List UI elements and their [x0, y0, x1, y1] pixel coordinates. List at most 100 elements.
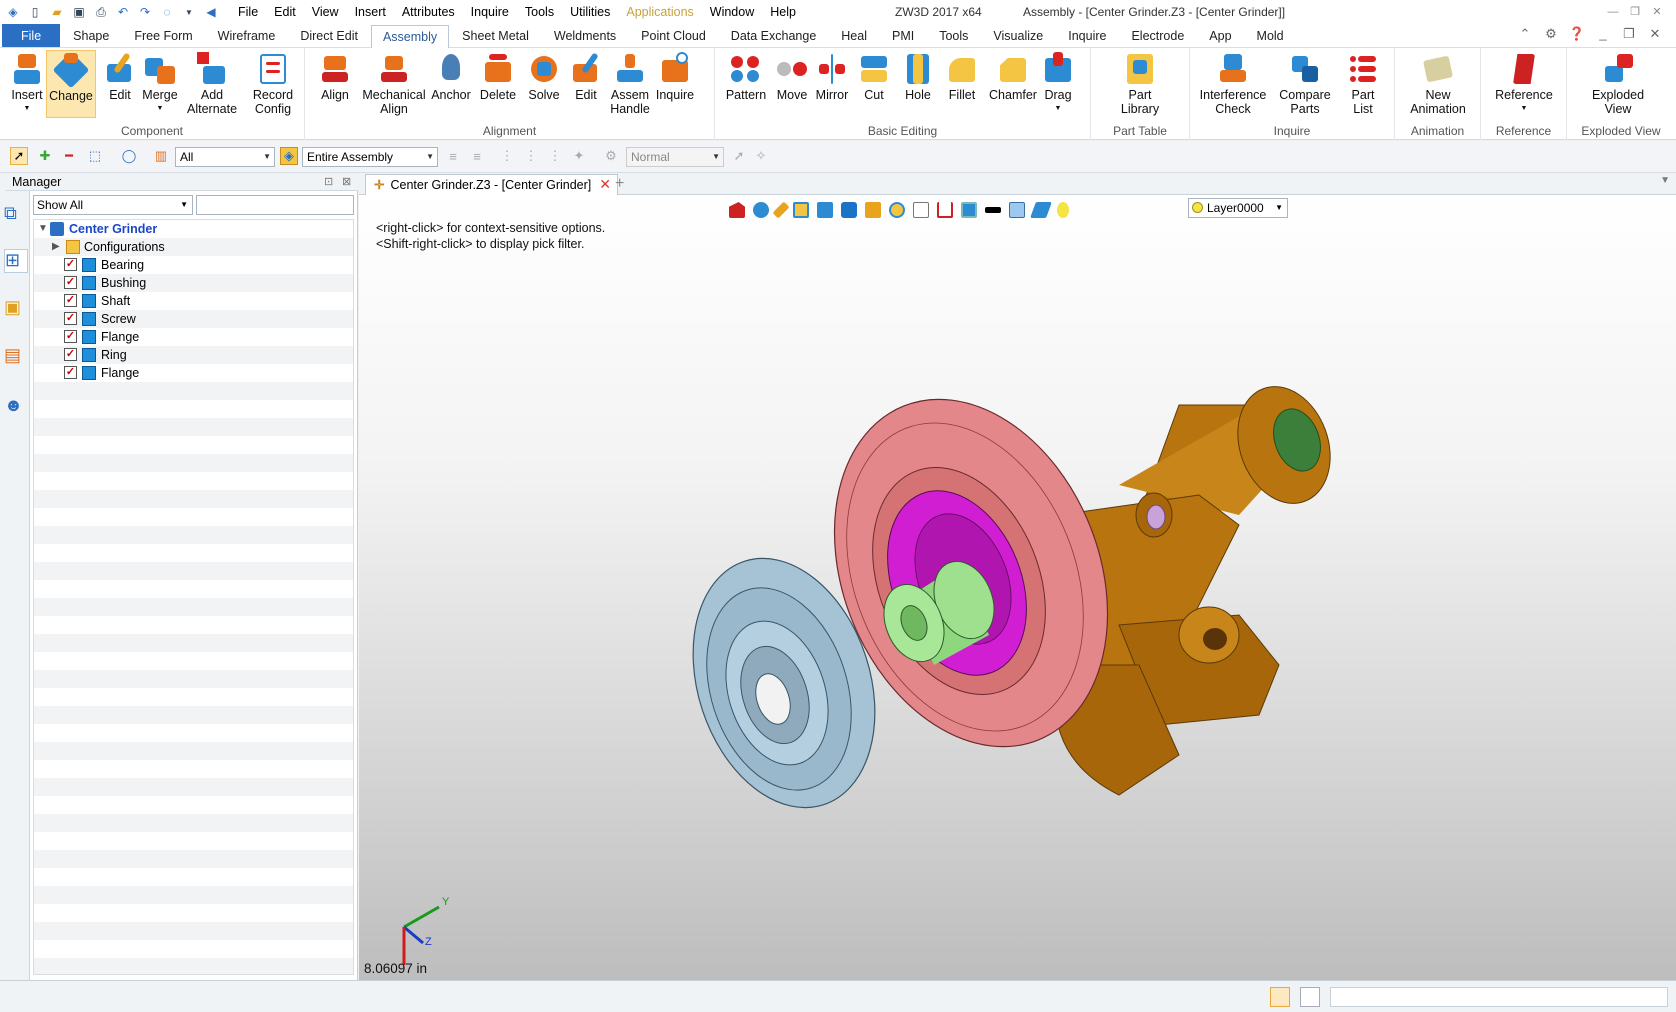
- status-list-icon[interactable]: [1300, 987, 1320, 1007]
- part-list-button[interactable]: Part List: [1340, 50, 1386, 116]
- redo-icon[interactable]: ↷: [136, 3, 154, 21]
- save-icon[interactable]: ▣: [70, 3, 88, 21]
- toolbar-disabled-4-icon[interactable]: ⋮: [522, 147, 540, 165]
- tab-data-exchange[interactable]: Data Exchange: [719, 24, 828, 47]
- filter-icon[interactable]: ▥: [152, 147, 170, 165]
- assembly-manager-icon[interactable]: ⊞: [4, 249, 28, 273]
- part-library-tab-icon[interactable]: ▣: [4, 297, 28, 321]
- restore-icon[interactable]: ❐: [1624, 0, 1646, 24]
- toolbar-disabled-6-icon[interactable]: ✦: [570, 147, 588, 165]
- visibility-checkbox[interactable]: ✓: [64, 294, 77, 307]
- menu-edit[interactable]: Edit: [266, 0, 304, 24]
- tab-weldments[interactable]: Weldments: [542, 24, 628, 47]
- add-alternate-button[interactable]: Add Alternate: [187, 50, 237, 116]
- expand-configurations-icon[interactable]: ▶: [52, 238, 60, 256]
- menu-inquire[interactable]: Inquire: [463, 0, 517, 24]
- align-button[interactable]: Align: [310, 50, 360, 102]
- tree-configurations[interactable]: ▶ Configurations: [34, 238, 353, 256]
- visibility-checkbox[interactable]: ✓: [64, 366, 77, 379]
- align-delete-button[interactable]: Delete: [473, 50, 523, 102]
- align-inquire-button[interactable]: Inquire: [650, 50, 700, 102]
- anchor-button[interactable]: Anchor: [426, 50, 476, 102]
- assembly-3d-model[interactable]: Y Z: [359, 195, 1676, 980]
- tab-pmi[interactable]: PMI: [880, 24, 926, 47]
- visibility-checkbox[interactable]: ✓: [64, 276, 77, 289]
- new-file-icon[interactable]: ▯: [26, 3, 44, 21]
- add-pick-icon[interactable]: ✚: [36, 147, 54, 165]
- tab-app[interactable]: App: [1197, 24, 1243, 47]
- tab-inquire[interactable]: Inquire: [1056, 24, 1118, 47]
- visual-manager-icon[interactable]: ▤: [4, 345, 28, 369]
- menu-window[interactable]: Window: [702, 0, 762, 24]
- tab-wireframe[interactable]: Wireframe: [206, 24, 288, 47]
- history-manager-icon[interactable]: ⧉: [4, 203, 28, 227]
- collapse-ribbon-icon[interactable]: ⌃: [1512, 26, 1538, 42]
- close-window-icon[interactable]: ✕: [1646, 0, 1668, 24]
- show-filter-select[interactable]: Show All ▼: [33, 195, 193, 215]
- toolbar-disabled-5-icon[interactable]: ⋮: [546, 147, 564, 165]
- tab-tools[interactable]: Tools: [927, 24, 980, 47]
- lasso-select-icon[interactable]: ◯: [120, 147, 138, 165]
- interference-check-button[interactable]: Interference Check: [1198, 50, 1268, 116]
- open-folder-icon[interactable]: ▰: [48, 3, 66, 21]
- user-manager-icon[interactable]: ☻: [4, 395, 28, 419]
- assem-handle-button[interactable]: Assem Handle: [605, 50, 655, 116]
- minimize-doc-icon[interactable]: _: [1590, 26, 1616, 42]
- visibility-checkbox[interactable]: ✓: [64, 312, 77, 325]
- exploded-view-button[interactable]: Exploded View: [1585, 50, 1651, 116]
- hole-button[interactable]: Hole: [893, 50, 943, 102]
- visibility-checkbox[interactable]: ✓: [64, 348, 77, 361]
- back-arrow-icon[interactable]: ◀: [202, 3, 220, 21]
- mechanical-align-button[interactable]: Mechanical Align: [355, 50, 433, 116]
- close-tab-icon[interactable]: ✕: [599, 176, 611, 192]
- remove-pick-icon[interactable]: ━: [60, 147, 78, 165]
- new-animation-button[interactable]: New Animation: [1399, 50, 1477, 116]
- regen-icon[interactable]: ◌: [158, 3, 176, 21]
- manager-search-input[interactable]: [196, 195, 354, 215]
- document-tab[interactable]: ✛ Center Grinder.Z3 - [Center Grinder] ✕: [365, 174, 618, 195]
- menu-utilities[interactable]: Utilities: [562, 0, 618, 24]
- align-edit-button[interactable]: Edit: [561, 50, 611, 102]
- tab-heal[interactable]: Heal: [829, 24, 879, 47]
- tab-assembly[interactable]: Assembly: [370, 25, 450, 48]
- status-view-toggle-icon[interactable]: [1270, 987, 1290, 1007]
- merge-button[interactable]: Merge ▼: [135, 50, 185, 116]
- toolbar-disabled-2-icon[interactable]: ≡: [468, 147, 486, 165]
- tree-item[interactable]: ✓ Bushing: [34, 274, 353, 292]
- mode-select[interactable]: Normal ▼: [626, 147, 724, 167]
- tab-electrode[interactable]: Electrode: [1119, 24, 1196, 47]
- print-icon[interactable]: ⎙: [92, 3, 110, 21]
- menu-help[interactable]: Help: [762, 0, 804, 24]
- app-logo-icon[interactable]: ◈: [4, 3, 22, 21]
- toolbar-disabled-1-icon[interactable]: ≡: [444, 147, 462, 165]
- menu-view[interactable]: View: [304, 0, 347, 24]
- visibility-checkbox[interactable]: ✓: [64, 330, 77, 343]
- insert-button[interactable]: Insert ▼: [2, 50, 52, 116]
- add-tab-icon[interactable]: +: [615, 173, 624, 195]
- tab-mold[interactable]: Mold: [1245, 24, 1296, 47]
- manager-pin-icon[interactable]: ⊡: [324, 173, 333, 191]
- tab-list-icon[interactable]: ▼: [1660, 175, 1670, 186]
- menu-insert[interactable]: Insert: [347, 0, 394, 24]
- toolbar-disabled-8-icon[interactable]: ✧: [752, 147, 770, 165]
- pattern-button[interactable]: Pattern: [721, 50, 771, 102]
- menu-applications[interactable]: Applications: [618, 0, 701, 24]
- pick-cursor-icon[interactable]: ➚: [10, 147, 28, 165]
- restore-doc-icon[interactable]: ❐: [1616, 26, 1642, 42]
- undo-icon[interactable]: ↶: [114, 3, 132, 21]
- tab-direct-edit[interactable]: Direct Edit: [288, 24, 370, 47]
- collapse-root-icon[interactable]: ▼: [38, 220, 48, 238]
- manager-close-icon[interactable]: ⊠: [342, 173, 351, 191]
- change-button[interactable]: Change: [46, 50, 96, 118]
- tree-item[interactable]: ✓ Screw: [34, 310, 353, 328]
- toolbar-disabled-7-icon[interactable]: ➚: [730, 147, 748, 165]
- menu-tools[interactable]: Tools: [517, 0, 562, 24]
- fillet-button[interactable]: Fillet: [937, 50, 987, 102]
- part-library-button[interactable]: Part Library: [1115, 50, 1165, 116]
- tab-free-form[interactable]: Free Form: [122, 24, 204, 47]
- pick-filter-select[interactable]: All ▼: [175, 147, 275, 167]
- tab-visualize[interactable]: Visualize: [981, 24, 1055, 47]
- reference-button[interactable]: Reference ▼: [1487, 50, 1561, 116]
- graphics-viewport[interactable]: Layer0000 ▼ <right-click> for context-sen…: [359, 195, 1676, 980]
- box-select-icon[interactable]: ⬚: [86, 147, 104, 165]
